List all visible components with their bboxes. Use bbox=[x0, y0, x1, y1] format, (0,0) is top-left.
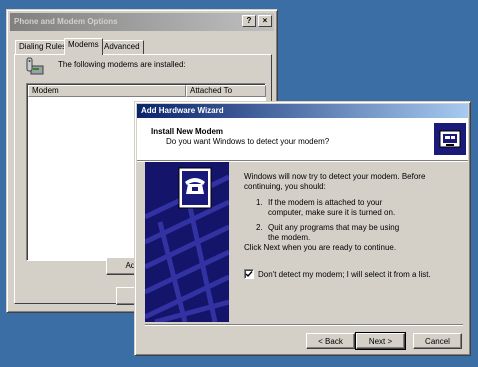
checkmark-icon bbox=[245, 271, 253, 278]
wizard-titlebar[interactable]: Add Hardware Wizard bbox=[137, 104, 468, 118]
phone-modem-title: Phone and Modem Options bbox=[14, 17, 118, 26]
dont-detect-checkbox[interactable] bbox=[244, 269, 254, 279]
close-button[interactable]: × bbox=[258, 15, 272, 27]
wizard-header-subtitle: Do you want Windows to detect your modem… bbox=[166, 137, 330, 146]
installed-modems-text: The following modems are installed: bbox=[58, 60, 186, 69]
step-2-number: 2. bbox=[256, 223, 263, 232]
wizard-header-title: Install New Modem bbox=[151, 127, 224, 136]
wizard-title: Add Hardware Wizard bbox=[141, 106, 224, 115]
hardware-wizard-icon bbox=[434, 123, 466, 155]
step-1-number: 1. bbox=[256, 198, 263, 207]
back-button[interactable]: < Back bbox=[306, 333, 355, 349]
add-hardware-wizard-window[interactable]: Add Hardware Wizard Install New Modem Do… bbox=[134, 101, 471, 356]
column-header-modem[interactable]: Modem bbox=[28, 85, 186, 97]
modem-phone-icon bbox=[25, 56, 45, 78]
step-2-line-2: the modem. bbox=[268, 233, 311, 242]
step-1-line-1: If the modem is attached to your bbox=[268, 198, 383, 207]
step-2-line-1: Quit any programs that may be using bbox=[268, 223, 400, 232]
step-1-line-2: computer, make sure it is turned on. bbox=[268, 208, 396, 217]
modem-wizard-graphic bbox=[145, 162, 229, 322]
tab-advanced[interactable]: Advanced bbox=[100, 40, 144, 54]
tab-dialing-rules[interactable]: Dialing Rules bbox=[15, 40, 71, 54]
cancel-button[interactable]: Cancel bbox=[413, 333, 462, 349]
column-header-attached-to[interactable]: Attached To bbox=[186, 85, 266, 97]
next-button[interactable]: Next > bbox=[355, 332, 406, 350]
intro-line-2: continuing, you should: bbox=[244, 182, 326, 191]
wizard-header: Install New Modem Do you want Windows to… bbox=[137, 118, 468, 160]
intro-line-1: Windows will now try to detect your mode… bbox=[244, 172, 426, 181]
dont-detect-label[interactable]: Don't detect my modem; I will select it … bbox=[258, 270, 431, 280]
footer-separator bbox=[145, 324, 463, 326]
tab-modems[interactable]: Modems bbox=[64, 38, 103, 55]
click-next-text: Click Next when you are ready to continu… bbox=[244, 243, 397, 252]
help-button[interactable]: ? bbox=[242, 15, 256, 27]
phone-modem-titlebar[interactable]: Phone and Modem Options ? × bbox=[10, 13, 274, 31]
